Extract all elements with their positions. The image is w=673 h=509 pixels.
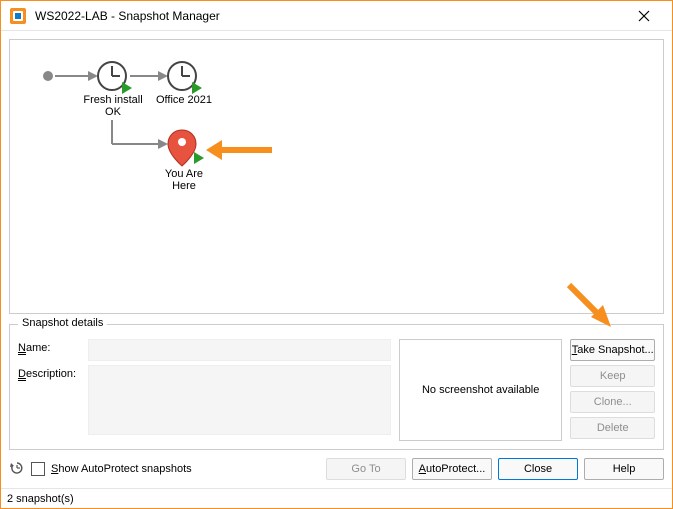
annotation-arrow-icon xyxy=(559,279,619,337)
delete-button[interactable]: Delete xyxy=(570,417,655,439)
snapshot-label[interactable]: Office 2021 xyxy=(153,94,215,106)
history-icon[interactable] xyxy=(9,460,25,479)
name-label: Name: xyxy=(18,339,82,355)
help-button[interactable]: Help xyxy=(584,458,664,480)
you-are-here-label[interactable]: You Are Here xyxy=(156,168,212,192)
show-autoprotect-label[interactable]: Show AutoProtect snapshots xyxy=(51,463,192,475)
snapshot-icon[interactable] xyxy=(168,62,202,94)
content-area: Fresh install OK Office 2021 You Are Her… xyxy=(1,31,672,488)
action-buttons: Take Snapshot... Keep Clone... Delete xyxy=(570,339,655,441)
description-label: Description: xyxy=(18,365,82,381)
bottom-toolbar: Show AutoProtect snapshots Go To AutoPro… xyxy=(9,458,664,480)
description-input[interactable] xyxy=(88,365,391,435)
name-input[interactable] xyxy=(88,339,391,361)
status-text: 2 snapshot(s) xyxy=(7,493,74,505)
snapshot-tree xyxy=(10,40,650,270)
close-icon xyxy=(638,10,650,22)
annotation-arrow-icon xyxy=(206,140,272,160)
take-snapshot-button[interactable]: Take Snapshot... xyxy=(570,339,655,361)
status-bar: 2 snapshot(s) xyxy=(1,488,672,508)
keep-button[interactable]: Keep xyxy=(570,365,655,387)
close-button[interactable]: Close xyxy=(498,458,578,480)
window-title: WS2022-LAB - Snapshot Manager xyxy=(35,9,624,23)
goto-button[interactable]: Go To xyxy=(326,458,406,480)
snapshot-label[interactable]: Fresh install OK xyxy=(80,94,146,118)
close-window-button[interactable] xyxy=(624,2,664,30)
titlebar: WS2022-LAB - Snapshot Manager xyxy=(1,1,672,31)
autoprotect-button[interactable]: AutoProtect... xyxy=(412,458,492,480)
details-legend: Snapshot details xyxy=(18,317,107,329)
details-fields: Name: Description: xyxy=(18,339,391,441)
clone-button[interactable]: Clone... xyxy=(570,391,655,413)
snapshot-manager-window: WS2022-LAB - Snapshot Manager xyxy=(0,0,673,509)
snapshot-icon[interactable] xyxy=(98,62,132,94)
snapshot-details-group: Snapshot details Name: Description: No s… xyxy=(9,324,664,450)
you-are-here-marker[interactable] xyxy=(168,130,204,166)
screenshot-thumbnail: No screenshot available xyxy=(399,339,562,441)
app-icon xyxy=(9,7,27,25)
show-autoprotect-checkbox[interactable] xyxy=(31,462,45,476)
snapshot-tree-pane[interactable]: Fresh install OK Office 2021 You Are Her… xyxy=(9,39,664,314)
